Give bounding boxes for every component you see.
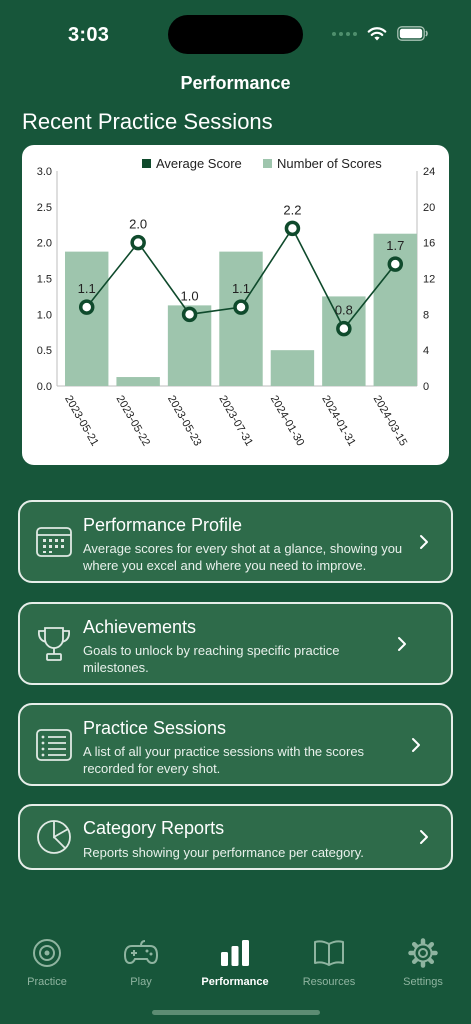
dynamic-island <box>168 15 303 54</box>
pie-chart-icon <box>37 820 71 854</box>
right-tick-label: 20 <box>423 202 435 214</box>
average-score-point <box>233 299 249 315</box>
bar-chart-icon <box>221 940 249 966</box>
legend-label-average: Average Score <box>156 156 242 171</box>
x-tick-label: 2024-03-15 <box>371 394 410 449</box>
legend-swatch-count <box>263 159 272 168</box>
performance-screen: 3:03 Performance Recent Practice Session… <box>0 0 471 1024</box>
x-tick-label: 2023-05-23 <box>165 394 204 449</box>
chevron-right-icon <box>420 830 428 844</box>
x-tick-label: 2024-01-30 <box>268 394 307 449</box>
data-label: 1.1 <box>232 281 250 296</box>
chart-canvas: 0.0 0.5 1.0 1.5 2.0 2.5 3.0 0 4 8 12 16 20 24 2023-05-… <box>37 156 436 449</box>
bar <box>65 251 109 386</box>
battery-icon <box>397 26 428 41</box>
tab-label: Play <box>130 976 152 988</box>
card-title: Achievements <box>83 617 197 637</box>
bar <box>219 251 263 386</box>
card-description: Average scores for every shot at a glanc… <box>83 541 403 573</box>
calendar-icon <box>36 526 72 557</box>
left-tick-label: 0.5 <box>37 345 52 357</box>
average-score-point <box>387 256 404 272</box>
x-tick-label: 2023-05-22 <box>114 394 153 449</box>
right-tick-label: 12 <box>423 274 435 286</box>
tab-practice[interactable]: Practice <box>7 938 87 988</box>
x-tick-label: 2024-01-31 <box>319 394 358 449</box>
average-score-point <box>78 299 95 315</box>
category-reports-card[interactable]: Category Reports Reports showing your pe… <box>18 804 453 870</box>
gear-icon <box>408 938 438 968</box>
right-tick-label: 0 <box>423 381 429 393</box>
legend-label-count: Number of Scores <box>277 156 382 171</box>
trophy-icon <box>37 626 71 661</box>
status-time: 3:03 <box>68 24 110 46</box>
average-score-point <box>284 220 301 237</box>
achievements-card[interactable]: Achievements Goals to unlock by reaching… <box>18 602 453 685</box>
wifi-icon <box>367 27 387 41</box>
right-tick-label: 4 <box>423 345 429 357</box>
home-indicator <box>152 1010 320 1015</box>
left-tick-label: 3.0 <box>37 166 52 178</box>
x-tick-label: 2023-07-31 <box>216 394 255 449</box>
left-tick-label: 1.0 <box>37 309 52 321</box>
x-tick-label: 2023-05-21 <box>62 394 101 449</box>
practice-sessions-card[interactable]: Practice Sessions A list of all your pra… <box>18 703 453 786</box>
bar <box>270 350 315 386</box>
card-description: Reports showing your performance per cat… <box>83 845 364 860</box>
left-tick-label: 0.0 <box>37 381 52 393</box>
data-label: 1.1 <box>78 281 96 296</box>
chevron-right-icon <box>412 737 420 752</box>
chevron-right-icon <box>398 636 406 651</box>
tab-settings[interactable]: Settings <box>383 938 463 988</box>
cellular-signal-icon <box>332 31 357 36</box>
list-icon <box>36 728 72 761</box>
recent-sessions-chart: 0.0 0.5 1.0 1.5 2.0 2.5 3.0 0 4 8 12 16 20 24 2023-05-… <box>22 145 449 465</box>
bar <box>116 377 160 386</box>
data-label: 1.0 <box>181 288 199 303</box>
gamepad-icon <box>123 940 159 965</box>
right-tick-label: 16 <box>423 238 435 250</box>
book-icon <box>314 940 344 966</box>
tab-label: Practice <box>27 976 67 988</box>
tab-performance[interactable]: Performance <box>195 938 275 988</box>
right-tick-label: 24 <box>423 166 435 178</box>
target-icon <box>33 939 61 967</box>
data-label: 0.8 <box>335 303 353 318</box>
left-tick-label: 2.0 <box>37 238 52 250</box>
card-title: Performance Profile <box>83 515 243 535</box>
section-title: Recent Practice Sessions <box>22 109 273 134</box>
left-tick-label: 2.5 <box>37 202 52 214</box>
average-score-point <box>130 234 146 251</box>
data-label: 2.0 <box>129 217 147 232</box>
average-score-point <box>336 320 352 337</box>
page-title: Performance <box>180 73 291 93</box>
chevron-right-icon <box>420 534 428 549</box>
data-label: 1.7 <box>386 238 404 253</box>
average-score-point <box>181 306 198 323</box>
status-indicators <box>332 26 429 41</box>
card-title: Category Reports <box>83 818 225 838</box>
card-title: Practice Sessions <box>83 718 227 738</box>
card-description: Goals to unlock by reaching specific pra… <box>83 643 340 675</box>
tab-label: Performance <box>201 976 269 988</box>
right-tick-label: 8 <box>423 309 429 321</box>
left-tick-label: 1.5 <box>37 274 52 286</box>
data-label: 2.2 <box>283 202 301 217</box>
tab-label: Settings <box>403 976 443 988</box>
tab-resources[interactable]: Resources <box>289 938 369 988</box>
legend-swatch-average <box>142 159 151 168</box>
card-description: A list of all your practice sessions wit… <box>83 744 365 776</box>
tab-play[interactable]: Play <box>101 938 181 988</box>
performance-profile-card[interactable]: Performance Profile Average scores for e… <box>18 500 453 583</box>
tab-label: Resources <box>302 976 356 988</box>
